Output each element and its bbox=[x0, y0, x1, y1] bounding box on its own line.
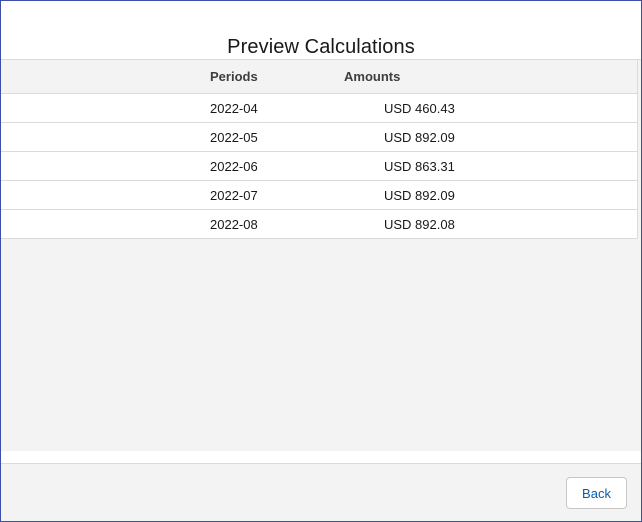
modal-title: Preview Calculations bbox=[227, 35, 415, 58]
column-header-amounts: Amounts bbox=[344, 69, 401, 84]
table-row: 2022-08 USD 892.08 bbox=[1, 210, 637, 239]
modal-footer: Back bbox=[1, 464, 641, 521]
modal-header: Preview Calculations bbox=[1, 1, 641, 60]
table-header: Periods Amounts bbox=[1, 60, 637, 94]
calculations-table: Periods Amounts 2022-04 USD 460.43 2022-… bbox=[1, 60, 638, 239]
table-row: 2022-05 USD 892.09 bbox=[1, 123, 637, 152]
period-cell: 2022-07 bbox=[210, 188, 258, 203]
amount-cell: USD 863.31 bbox=[384, 159, 455, 174]
period-cell: 2022-04 bbox=[210, 101, 258, 116]
footer-divider bbox=[1, 451, 641, 464]
back-button[interactable]: Back bbox=[566, 477, 627, 509]
period-cell: 2022-05 bbox=[210, 130, 258, 145]
period-cell: 2022-08 bbox=[210, 217, 258, 232]
table-body: 2022-04 USD 460.43 2022-05 USD 892.09 20… bbox=[1, 94, 637, 239]
amount-cell: USD 460.43 bbox=[384, 101, 455, 116]
amount-cell: USD 892.08 bbox=[384, 217, 455, 232]
preview-calculations-modal: Preview Calculations Periods Amounts 202… bbox=[0, 0, 642, 522]
column-header-periods: Periods bbox=[210, 69, 258, 84]
period-cell: 2022-06 bbox=[210, 159, 258, 174]
table-row: 2022-06 USD 863.31 bbox=[1, 152, 637, 181]
modal-body: Periods Amounts 2022-04 USD 460.43 2022-… bbox=[1, 60, 641, 451]
amount-cell: USD 892.09 bbox=[384, 130, 455, 145]
table-row: 2022-07 USD 892.09 bbox=[1, 181, 637, 210]
amount-cell: USD 892.09 bbox=[384, 188, 455, 203]
table-row: 2022-04 USD 460.43 bbox=[1, 94, 637, 123]
